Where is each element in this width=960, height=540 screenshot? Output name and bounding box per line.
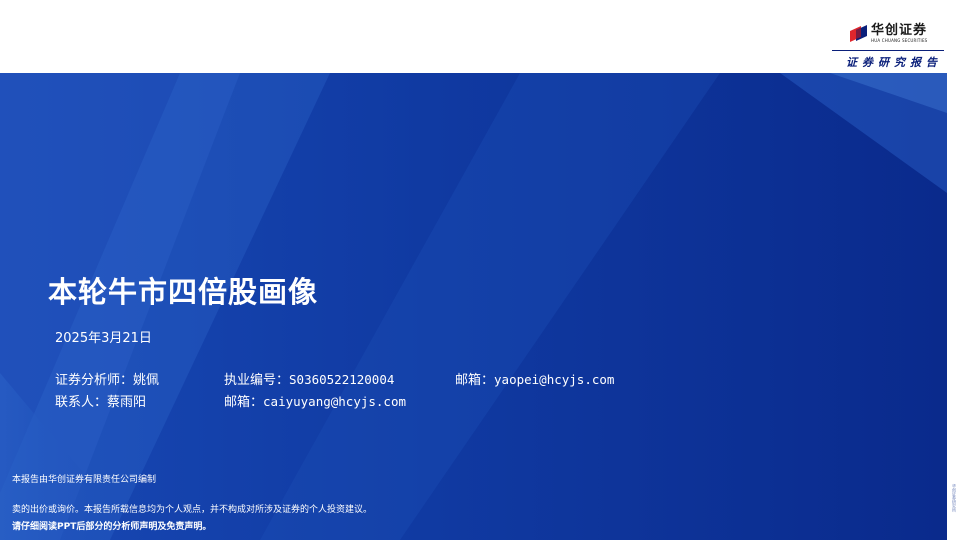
report-date: 2025年3月21日 xyxy=(55,331,152,346)
cover-banner: 本轮牛市四倍股画像 xyxy=(0,73,947,540)
header: 华创证券 HUA CHUANG SECURITIES 证券研究报告 xyxy=(0,0,960,73)
header-divider xyxy=(832,50,944,51)
compiled-by-note: 本报告由华创证券有限责任公司编制 xyxy=(12,475,157,485)
report-title: 本轮牛市四倍股画像 xyxy=(48,275,319,309)
logo-name: 华创证券 xyxy=(871,23,928,38)
side-watermark-text: 华创证券研究所 xyxy=(952,484,957,512)
company-logo: 华创证券 HUA CHUANG SECURITIES xyxy=(848,24,927,44)
analyst-email-value[interactable]: yaopei@hcyjs.com xyxy=(494,372,614,387)
license-value: S0360522120004 xyxy=(289,372,395,387)
analyst-name: 证券分析师：姚佩 xyxy=(55,373,160,388)
email-label: 邮箱： xyxy=(224,395,264,410)
logo-mark-icon xyxy=(850,25,867,42)
license-number: 执业编号：S0360522120004 xyxy=(224,369,394,388)
license-label: 执业编号： xyxy=(224,373,290,388)
side-strip xyxy=(947,73,960,540)
email-label: 邮箱： xyxy=(455,373,495,388)
contact-name: 联系人：蔡雨阳 xyxy=(55,395,147,410)
disclaimer-line-1: 卖的出价或询价。本报告所载信息均为个人观点，并不构成对所涉及证券的个人投资建议。 xyxy=(12,505,373,515)
disclaimer-line-2: 请仔细阅读PPT后部分的分析师声明及免责声明。 xyxy=(12,522,212,532)
report-type-label: 证券研究报告 xyxy=(846,56,942,69)
logo-english-name: HUA CHUANG SECURITIES xyxy=(871,38,928,43)
contact-email[interactable]: 邮箱：caiyuyang@hcyjs.com xyxy=(224,391,406,410)
analyst-email[interactable]: 邮箱：yaopei@hcyjs.com xyxy=(455,369,614,388)
contact-email-value[interactable]: caiyuyang@hcyjs.com xyxy=(263,394,406,409)
